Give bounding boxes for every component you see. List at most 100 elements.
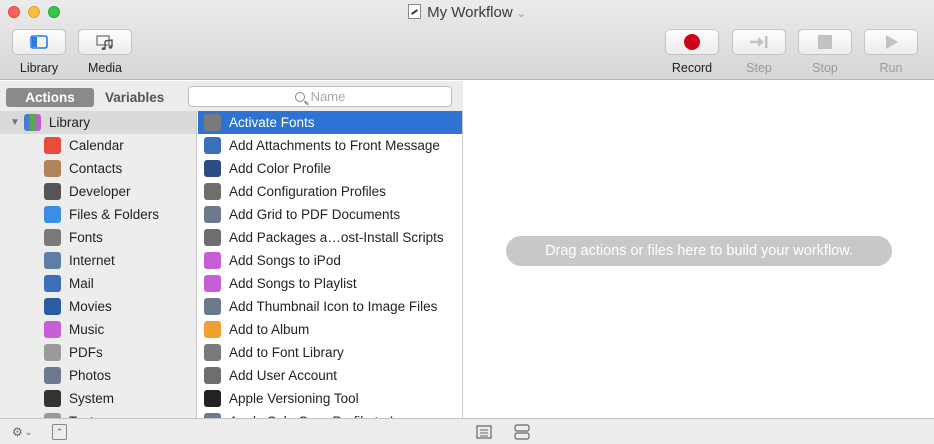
action-item-label: Add Attachments to Front Message [229,138,440,153]
list-icon [476,425,492,439]
action-item[interactable]: Add User Account [198,364,462,387]
library-category-label: Developer [69,184,131,199]
action-item[interactable]: Apple Versioning Tool [198,387,462,410]
action-item[interactable]: Add Songs to iPod [198,249,462,272]
window-toolbar: My Workflow ⌄ Library Media Record Step S… [0,0,934,80]
tab-variables[interactable]: Variables [97,88,172,107]
library-category[interactable]: PDFs [0,341,196,364]
library-root[interactable]: ▼ Library [0,111,196,134]
library-category[interactable]: Developer [0,180,196,203]
mail-icon [204,137,221,154]
globe-icon [44,252,61,269]
search-input[interactable]: Name [188,86,452,107]
tab-actions[interactable]: Actions [6,88,94,107]
library-category[interactable]: Fonts [0,226,196,249]
library-category[interactable]: System [0,387,196,410]
quicktime-icon [44,298,61,315]
library-category[interactable]: Music [0,318,196,341]
music-icon [204,275,221,292]
media-icon [96,34,113,50]
play-icon [886,35,898,49]
action-item[interactable]: Add Grid to PDF Documents [198,203,462,226]
library-category-label: Movies [69,299,112,314]
library-category[interactable]: Calendar [0,134,196,157]
chevron-up-icon: ⌃ [55,426,64,437]
action-item-label: Add Thumbnail Icon to Image Files [229,299,438,314]
action-item[interactable]: Add Attachments to Front Message [198,134,462,157]
library-label: Library [19,61,59,75]
action-item-label: Add Songs to Playlist [229,276,357,291]
library-category[interactable]: Files & Folders [0,203,196,226]
action-item[interactable]: Add Thumbnail Icon to Image Files [198,295,462,318]
pdf-icon [44,344,61,361]
library-category-list: Calendar Contacts Developer Files & Folders… [0,134,196,418]
list-view-button[interactable] [476,424,492,440]
library-category[interactable]: Photos [0,364,196,387]
automator-icon [204,229,221,246]
workflow-hint: Drag actions or files here to build your… [506,236,892,266]
finder-icon [44,206,61,223]
library-button[interactable] [12,29,66,55]
font-book-icon [204,114,221,131]
font-book-icon [44,229,61,246]
action-item[interactable]: Add Packages a…ost-Install Scripts [198,226,462,249]
action-item[interactable]: Apply ColorSync Profile to I… [198,410,462,418]
action-item-label: Add to Font Library [229,345,344,360]
run-button[interactable] [864,29,918,55]
library-category-label: Files & Folders [69,207,160,222]
calendar-icon [44,137,61,154]
colorsync-icon [204,160,221,177]
log-view-button[interactable] [514,424,530,440]
window-title-text: My Workflow [427,4,513,21]
stop-label: Stop [812,61,838,75]
search-placeholder: Name [310,89,346,104]
mail-icon [44,275,61,292]
library-category-label: Internet [69,253,115,268]
library-category-label: Photos [69,368,112,383]
step-button[interactable] [732,29,786,55]
library-category-label: Fonts [69,230,103,245]
action-item[interactable]: Add Songs to Playlist [198,272,462,295]
stop-icon [818,35,832,49]
stop-button[interactable] [798,29,852,55]
run-label: Run [879,61,903,75]
action-item[interactable]: Add to Font Library [198,341,462,364]
action-item-label: Add Packages a…ost-Install Scripts [229,230,444,245]
terminal-icon [204,390,221,407]
actions-list: Activate Fonts Add Attachments to Front M… [198,111,463,418]
automator-icon [204,183,221,200]
action-item[interactable]: Add Configuration Profiles [198,180,462,203]
photos-icon [44,367,61,384]
contacts-icon [44,160,61,177]
library-category-label: Text [69,410,94,418]
action-item-label: Apply ColorSync Profile to I… [229,410,407,418]
library-category[interactable]: Internet [0,249,196,272]
action-item-label: Add Configuration Profiles [229,184,386,199]
document-icon [408,4,422,19]
font-book-icon [204,344,221,361]
search-icon [294,92,305,102]
description-toggle-button[interactable]: ⌃ [52,424,67,440]
action-item-label: Add Grid to PDF Documents [229,207,401,222]
step-icon [750,36,768,48]
gear-menu-button[interactable]: ⚙ ⌄ [12,424,32,440]
library-category[interactable]: Mail [0,272,196,295]
library-category[interactable]: Text [0,410,196,418]
workflow-area[interactable]: Drag actions or files here to build your… [464,81,934,418]
disclosure-triangle-icon[interactable]: ▼ [10,111,20,134]
music-icon [44,321,61,338]
photos-icon [204,321,221,338]
library-category-label: Calendar [69,138,124,153]
library-category[interactable]: Movies [0,295,196,318]
media-button[interactable] [78,29,132,55]
action-item[interactable]: Add Color Profile [198,157,462,180]
preview-icon [204,298,221,315]
bottom-bar: ⚙ ⌄ ⌃ [0,418,934,444]
action-item[interactable]: Add to Album [198,318,462,341]
split-view-icon [514,424,530,440]
action-item-label: Apple Versioning Tool [229,391,359,406]
window-title[interactable]: My Workflow ⌄ [0,4,934,21]
library-category[interactable]: Contacts [0,157,196,180]
action-item[interactable]: Activate Fonts [198,111,462,134]
record-button[interactable] [665,29,719,55]
